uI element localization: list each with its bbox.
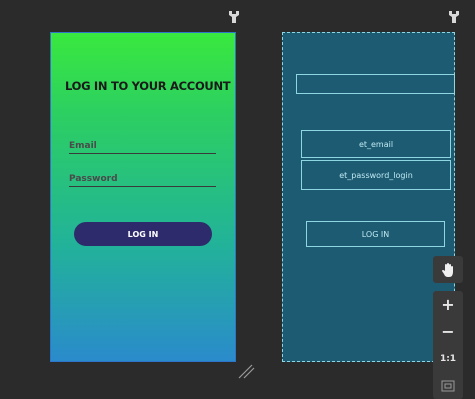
pin-icon[interactable] xyxy=(228,10,240,24)
layout-editor-canvas[interactable]: LOG IN TO YOUR ACCOUNT Email Password LO… xyxy=(0,0,475,399)
pan-button[interactable] xyxy=(433,256,463,283)
fit-screen-button[interactable] xyxy=(433,372,463,399)
resize-handle-icon[interactable] xyxy=(236,362,256,380)
password-field[interactable]: Password xyxy=(69,168,216,187)
pin-icon[interactable] xyxy=(448,10,460,24)
fit-screen-icon xyxy=(441,380,455,391)
zoom-toolbar: + − 1:1 xyxy=(433,256,463,399)
password-hint: Password xyxy=(69,174,118,184)
zoom-in-button[interactable]: + xyxy=(433,291,463,318)
email-hint: Email xyxy=(69,141,97,151)
design-preview[interactable]: LOG IN TO YOUR ACCOUNT Email Password LO… xyxy=(50,32,236,362)
zoom-out-button[interactable]: − xyxy=(433,318,463,345)
blueprint-password-box[interactable]: et_password_login xyxy=(301,160,451,190)
email-field[interactable]: Email xyxy=(69,135,216,154)
blueprint-title-box[interactable] xyxy=(296,74,455,94)
blueprint-login-button-box[interactable]: LOG IN xyxy=(306,221,445,247)
blueprint-email-box[interactable]: et_email xyxy=(301,130,451,158)
login-button[interactable]: LOG IN xyxy=(74,222,212,246)
login-title[interactable]: LOG IN TO YOUR ACCOUNT xyxy=(65,79,231,93)
blueprint-preview[interactable]: et_email et_password_login LOG IN xyxy=(282,32,455,362)
actual-size-button[interactable]: 1:1 xyxy=(433,345,463,372)
pan-hand-icon xyxy=(442,262,453,277)
